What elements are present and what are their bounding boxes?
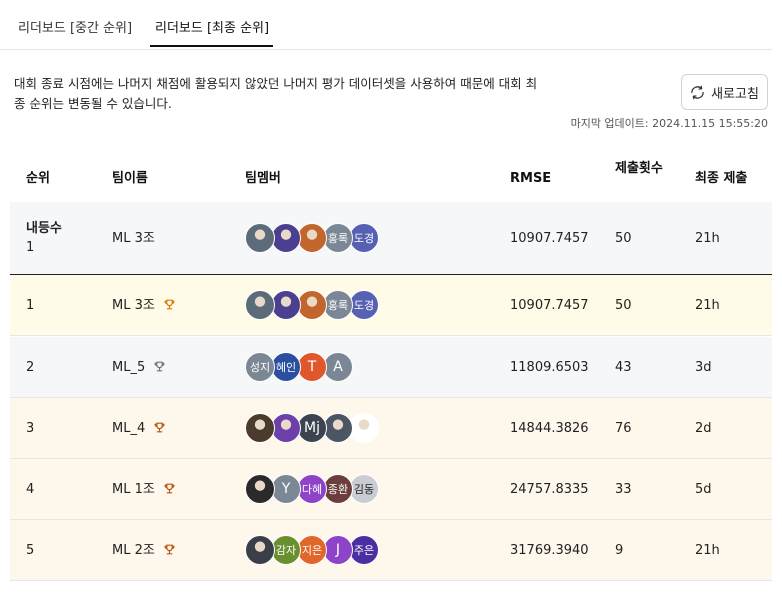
rank-cell: 5 bbox=[26, 543, 35, 558]
last-submission-cell: 5d bbox=[695, 482, 712, 497]
my-rank-row: 내등수 1 ML 3조 홍록 도경 10907.7457 50 21h bbox=[10, 202, 772, 275]
member-avatar: J bbox=[323, 535, 353, 565]
team-members: 홍록 도경 bbox=[245, 290, 379, 320]
team-name-cell: ML 3조 bbox=[112, 297, 176, 315]
column-members: 팀멤버 bbox=[245, 171, 281, 186]
rank-cell: 4 bbox=[26, 482, 35, 497]
submissions-cell: 43 bbox=[615, 360, 632, 375]
rmse-cell: 24757.8335 bbox=[510, 482, 589, 497]
last-submission-cell: 21h bbox=[695, 543, 720, 558]
my-team-name: ML 3조 bbox=[112, 231, 155, 246]
member-avatar bbox=[271, 290, 301, 320]
submissions-cell: 50 bbox=[615, 298, 632, 313]
rank-cell: 1 bbox=[26, 298, 35, 313]
member-avatar bbox=[271, 223, 301, 253]
tab-final-leaderboard[interactable]: 리더보드 [최종 순위] bbox=[155, 17, 269, 36]
member-avatar: 종환 bbox=[323, 474, 353, 504]
trophy-icon bbox=[164, 299, 175, 310]
member-avatar: Y bbox=[271, 474, 301, 504]
team-name-cell: ML_4 bbox=[112, 420, 166, 438]
member-avatar: 도경 bbox=[349, 290, 379, 320]
tab-bar: 리더보드 [중간 순위] 리더보드 [최종 순위] bbox=[0, 0, 772, 50]
member-avatar: 지은 bbox=[297, 535, 327, 565]
last-submission-cell: 21h bbox=[695, 298, 720, 313]
my-rank-label: 내등수 bbox=[26, 221, 62, 236]
member-avatar: 홍록 bbox=[323, 290, 353, 320]
trophy-icon bbox=[154, 422, 165, 433]
table-row: 2 ML_5 성지 혜인 T A 11809.6503 43 3d bbox=[10, 337, 772, 398]
member-avatar bbox=[323, 413, 353, 443]
team-members: Y 다혜 종환 김동 bbox=[245, 474, 379, 504]
column-last-submission: 최종 제출 bbox=[695, 171, 748, 186]
last-updated: 마지막 업데이트: 2024.11.15 15:55:20 bbox=[570, 117, 768, 130]
team-members: 성지 혜인 T A bbox=[245, 352, 353, 382]
trophy-icon bbox=[154, 361, 165, 372]
team-name-cell: ML_5 bbox=[112, 359, 166, 377]
rank-cell: 2 bbox=[26, 360, 35, 375]
member-avatar: 감자 bbox=[271, 535, 301, 565]
member-avatar: A bbox=[323, 352, 353, 382]
my-submissions: 50 bbox=[615, 231, 632, 246]
my-team-members: 홍록 도경 bbox=[245, 223, 379, 253]
submissions-cell: 33 bbox=[615, 482, 632, 497]
table-row: 5 ML 2조 감자 지은 J 주은 31769.3940 9 21h bbox=[10, 520, 772, 581]
table-row: 1 ML 3조 홍록 도경 10907.7457 50 21h bbox=[10, 275, 772, 336]
team-members: 감자 지은 J 주은 bbox=[245, 535, 379, 565]
rmse-cell: 11809.6503 bbox=[510, 360, 589, 375]
submissions-cell: 76 bbox=[615, 421, 632, 436]
active-tab-indicator bbox=[150, 45, 273, 47]
submissions-cell: 9 bbox=[615, 543, 624, 558]
member-avatar: 혜인 bbox=[271, 352, 301, 382]
member-avatar: 성지 bbox=[245, 352, 275, 382]
tab-interim-leaderboard[interactable]: 리더보드 [중간 순위] bbox=[18, 17, 132, 36]
member-avatar: 주은 bbox=[349, 535, 379, 565]
trophy-icon bbox=[164, 483, 175, 494]
team-name-cell: ML 2조 bbox=[112, 542, 176, 560]
member-avatar: 김동 bbox=[349, 474, 379, 504]
rmse-cell: 10907.7457 bbox=[510, 298, 589, 313]
table-header: 순위 팀이름 팀멤버 RMSE 제출횟수 최종 제출 bbox=[10, 150, 772, 202]
member-avatar bbox=[245, 474, 275, 504]
my-last-submission: 21h bbox=[695, 231, 720, 246]
member-avatar bbox=[245, 223, 275, 253]
last-submission-cell: 2d bbox=[695, 421, 712, 436]
my-rmse: 10907.7457 bbox=[510, 231, 589, 246]
member-avatar bbox=[297, 290, 327, 320]
refresh-button[interactable]: 새로고침 bbox=[681, 74, 768, 110]
member-avatar: 홍록 bbox=[323, 223, 353, 253]
team-members: Mj bbox=[245, 413, 379, 443]
rmse-cell: 14844.3826 bbox=[510, 421, 589, 436]
column-rank: 순위 bbox=[26, 171, 50, 186]
team-name-cell: ML 1조 bbox=[112, 481, 176, 499]
member-avatar bbox=[297, 223, 327, 253]
column-submissions: 제출횟수 bbox=[615, 161, 663, 176]
rank-cell: 3 bbox=[26, 421, 35, 436]
refresh-icon bbox=[691, 85, 704, 99]
member-avatar: T bbox=[297, 352, 327, 382]
table-row: 4 ML 1조 Y 다혜 종환 김동 24757.8335 33 5d bbox=[10, 459, 772, 520]
rmse-cell: 31769.3940 bbox=[510, 543, 589, 558]
column-team: 팀이름 bbox=[112, 171, 148, 186]
trophy-icon bbox=[164, 544, 175, 555]
column-rmse: RMSE bbox=[510, 171, 552, 186]
member-avatar: Mj bbox=[297, 413, 327, 443]
member-avatar bbox=[245, 535, 275, 565]
my-rank-value: 1 bbox=[26, 240, 35, 255]
last-submission-cell: 3d bbox=[695, 360, 712, 375]
refresh-label: 새로고침 bbox=[711, 86, 759, 102]
member-avatar bbox=[349, 413, 379, 443]
member-avatar bbox=[245, 413, 275, 443]
leaderboard-description: 대회 종료 시점에는 나머지 채점에 활용되지 않았던 나머지 평가 데이터셋을… bbox=[14, 76, 538, 111]
member-avatar bbox=[245, 290, 275, 320]
table-row: 3 ML_4 Mj 14844.3826 76 2d bbox=[10, 398, 772, 459]
member-avatar: 도경 bbox=[349, 223, 379, 253]
member-avatar bbox=[271, 413, 301, 443]
member-avatar: 다혜 bbox=[297, 474, 327, 504]
